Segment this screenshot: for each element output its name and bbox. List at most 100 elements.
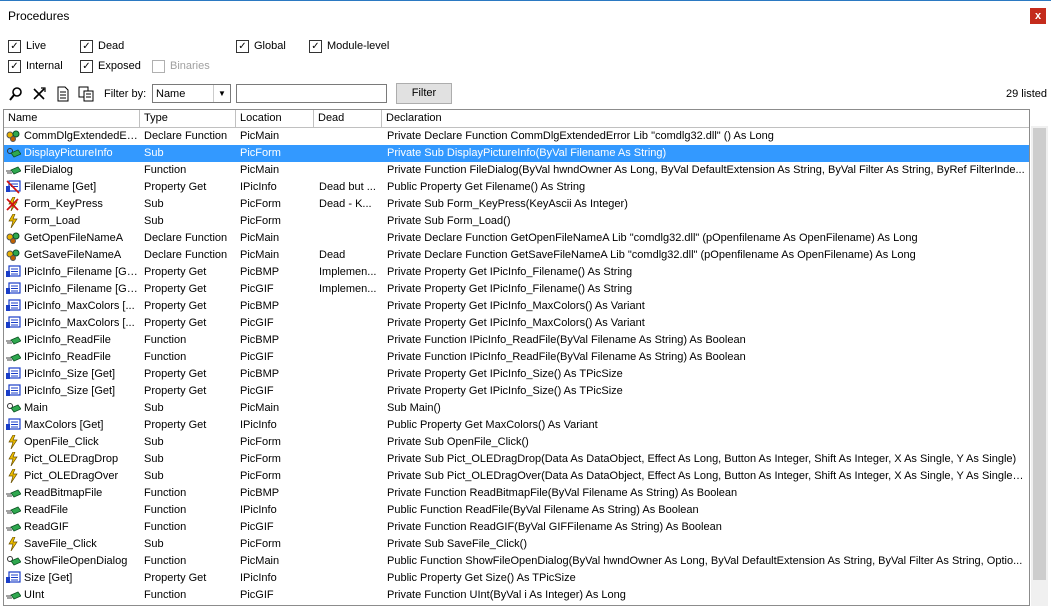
event-icon (6, 213, 21, 229)
cell-decl: Private Property Get IPicInfo_Size() As … (387, 385, 623, 397)
event-icon (6, 451, 21, 467)
checkbox-box[interactable]: ✓ (236, 39, 249, 53)
checkbox-live[interactable]: ✓ Live (8, 38, 46, 54)
table-row[interactable]: MaxColors [Get] Property Get IPicInfo Publi… (4, 417, 1029, 434)
table-row[interactable]: Main Sub PicMain Sub Main() (4, 400, 1029, 417)
cell-loc: PicBMP (240, 300, 280, 312)
table-row[interactable]: IPicInfo_ReadFile Function PicGIF Private F… (4, 349, 1029, 366)
column-header-name[interactable]: Name (4, 110, 140, 127)
scrollbar-thumb[interactable] (1033, 128, 1046, 580)
table-row[interactable]: DisplayPictureInfo Sub PicForm Private Sub … (4, 145, 1029, 162)
table-row[interactable]: ReadFile Function IPicInfo Public Function … (4, 502, 1029, 519)
filter-button[interactable]: Filter (396, 83, 452, 104)
checkbox-internal[interactable]: ✓ Internal (8, 58, 63, 74)
cell-dead (319, 502, 381, 519)
property-dead-icon (6, 180, 21, 194)
cell-loc: IPicInfo (240, 504, 277, 516)
vertical-scrollbar[interactable] (1031, 126, 1048, 606)
table-row[interactable]: GetSaveFileNameA Declare Function PicMain D… (4, 247, 1029, 264)
table-row[interactable]: IPicInfo_MaxColors [... Property Get PicGI… (4, 315, 1029, 332)
cell-decl: Private Property Get IPicInfo_Size() As … (387, 368, 623, 380)
table-row[interactable]: FileDialog Function PicMain Private Functio… (4, 162, 1029, 179)
procedures-grid[interactable]: Name Type Location Dead Declaration Comm… (3, 109, 1030, 606)
checkbox-exposed[interactable]: ✓ Exposed (80, 58, 141, 74)
table-row[interactable]: ReadBitmapFile Function PicBMP Private Func… (4, 485, 1029, 502)
cell-decl: Public Property Get Size() As TPicSize (387, 572, 576, 584)
checkbox-box[interactable]: ✓ (8, 59, 21, 73)
table-row[interactable]: IPicInfo_ReadFile Function PicBMP Private F… (4, 332, 1029, 349)
checkbox-box[interactable]: ✓ (309, 39, 322, 53)
cell-dead (319, 553, 381, 570)
cell-name: MaxColors [Get] (24, 419, 104, 431)
table-row[interactable]: Size [Get] Property Get IPicInfo Public Pro… (4, 570, 1029, 587)
cell-dead: Dead (319, 249, 346, 261)
cell-type: Sub (144, 402, 164, 414)
find-icon[interactable] (8, 86, 24, 102)
chevron-down-icon[interactable]: ▼ (213, 85, 230, 102)
cell-dead (319, 315, 381, 332)
checkbox-box[interactable]: ✓ (8, 39, 21, 53)
checkbox-module-level[interactable]: ✓ Module-level (309, 38, 389, 54)
table-row[interactable]: UInt Function PicGIF Private Function UInt(… (4, 587, 1029, 604)
cell-name: Pict_OLEDragDrop (24, 453, 119, 465)
table-row[interactable]: IPicInfo_Size [Get] Property Get PicGIF Pri… (4, 383, 1029, 400)
table-row[interactable]: GetOpenFileNameA Declare Function PicMain P… (4, 230, 1029, 247)
cell-dead (319, 434, 381, 451)
cell-decl: Private Sub DisplayPictureInfo(ByVal Fil… (387, 147, 667, 159)
column-header-declaration[interactable]: Declaration (382, 110, 1029, 127)
column-header-location[interactable]: Location (236, 110, 314, 127)
declare-icon (6, 231, 21, 245)
cell-type: Property Get (144, 266, 207, 278)
document-icon[interactable] (55, 86, 71, 102)
table-row[interactable]: ShowFileOpenDialog Function PicMain Public … (4, 553, 1029, 570)
checkbox-box[interactable]: ✓ (80, 59, 93, 73)
cell-name: GetOpenFileNameA (24, 232, 124, 244)
column-header-type[interactable]: Type (140, 110, 236, 127)
table-row[interactable]: Form_Load Sub PicForm Private Sub Form_Load… (4, 213, 1029, 230)
table-row[interactable]: IPicInfo_Size [Get] Property Get PicBMP Pri… (4, 366, 1029, 383)
event-icon (6, 536, 21, 552)
cell-name: IPicInfo_Filename [Get] (24, 266, 138, 278)
checkbox-global[interactable]: ✓ Global (236, 38, 286, 54)
cell-decl: Public Property Get MaxColors() As Varia… (387, 419, 598, 431)
cell-loc: IPicInfo (240, 181, 277, 193)
cell-type: Sub (144, 453, 164, 465)
table-row[interactable]: ReadGIF Function PicGIF Private Function Re… (4, 519, 1029, 536)
cell-dead: Dead but ... (319, 181, 376, 193)
cell-loc: PicBMP (240, 334, 280, 346)
table-row[interactable]: IPicInfo_MaxColors [... Property Get PicBM… (4, 298, 1029, 315)
cell-loc: PicGIF (240, 589, 274, 601)
cell-loc: PicForm (240, 538, 281, 550)
table-row[interactable]: SaveFile_Click Sub PicForm Private Sub Save… (4, 536, 1029, 553)
table-row[interactable]: Form_KeyPress Sub PicForm Dead - K... Privat… (4, 196, 1029, 213)
window-title: Procedures (8, 9, 70, 23)
function-icon (6, 520, 22, 534)
table-row[interactable]: Pict_OLEDragDrop Sub PicForm Private Sub Pi… (4, 451, 1029, 468)
cell-loc: PicGIF (240, 317, 274, 329)
filter-field-select[interactable]: Name ▼ (152, 84, 231, 103)
table-row[interactable]: OpenFile_Click Sub PicForm Private Sub Open… (4, 434, 1029, 451)
table-row[interactable]: CommDlgExtendedEr... Declare Function PicM… (4, 128, 1029, 145)
close-button[interactable]: x (1030, 8, 1046, 24)
cell-loc: PicForm (240, 147, 281, 159)
checkbox-box[interactable]: ✓ (80, 39, 93, 53)
cell-loc: PicBMP (240, 487, 280, 499)
cell-dead (319, 536, 381, 553)
cell-type: Property Get (144, 419, 207, 431)
table-row[interactable]: IPicInfo_Filename [Get] Property Get PicGI… (4, 281, 1029, 298)
table-row[interactable]: IPicInfo_Filename [Get] Property Get PicBM… (4, 264, 1029, 281)
cell-dead: Dead - K... (319, 198, 372, 210)
table-row[interactable]: Filename [Get] Property Get IPicInfo Dead b… (4, 179, 1029, 196)
table-row[interactable]: Pict_OLEDragOver Sub PicForm Private Sub Pi… (4, 468, 1029, 485)
cell-decl: Private Function ReadBitmapFile(ByVal Fi… (387, 487, 738, 499)
cell-decl: Private Sub Pict_OLEDragDrop(Data As Dat… (387, 453, 1017, 465)
copy-icon[interactable] (78, 86, 94, 102)
property-icon (6, 282, 21, 296)
cross-icon[interactable] (31, 86, 47, 102)
cell-decl: Private Declare Function GetSaveFileName… (387, 249, 916, 261)
grid-header: Name Type Location Dead Declaration (4, 110, 1029, 128)
listed-count: 29 listed (1006, 88, 1047, 100)
filter-text-input[interactable] (236, 84, 387, 103)
checkbox-dead[interactable]: ✓ Dead (80, 38, 124, 54)
column-header-dead[interactable]: Dead (314, 110, 382, 127)
